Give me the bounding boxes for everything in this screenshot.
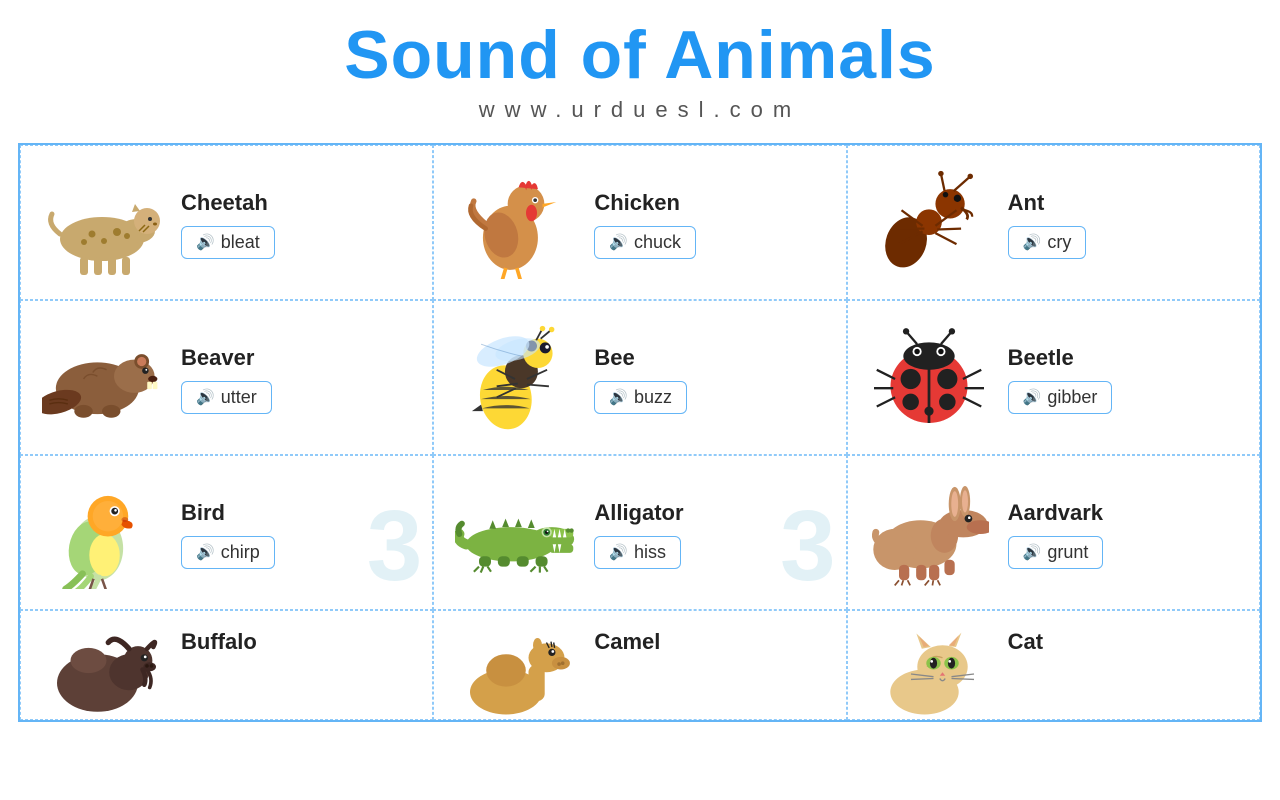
animal-cell-ant: Ant 🔊 cry — [847, 145, 1260, 300]
page-header: Sound of Animals www.urduesl.com — [0, 0, 1280, 143]
sound-icon-2: 🔊 — [609, 233, 628, 251]
camel-info: Camel — [594, 629, 829, 655]
chicken-sound-badge[interactable]: 🔊 chuck — [594, 226, 696, 259]
camel-image — [450, 629, 580, 719]
animal-cell-camel: Camel — [433, 610, 846, 720]
camel-name: Camel — [594, 629, 829, 655]
alligator-info: Alligator 🔊 hiss — [594, 500, 829, 569]
beaver-sound-badge[interactable]: 🔊 utter — [181, 381, 272, 414]
beaver-image — [37, 319, 167, 439]
alligator-image — [450, 474, 580, 594]
beetle-name: Beetle — [1008, 345, 1243, 371]
animal-cell-beetle: Beetle 🔊 gibber — [847, 300, 1260, 455]
beetle-sound-badge[interactable]: 🔊 gibber — [1008, 381, 1113, 414]
bee-sound-badge[interactable]: 🔊 buzz — [594, 381, 687, 414]
bird-sound-badge[interactable]: 🔊 chirp — [181, 536, 275, 569]
alligator-sound: hiss — [634, 542, 666, 563]
aardvark-image — [864, 474, 994, 594]
sound-icon-7: 🔊 — [196, 543, 215, 561]
ant-sound: cry — [1047, 232, 1071, 253]
aardvark-sound: grunt — [1047, 542, 1088, 563]
alligator-sound-badge[interactable]: 🔊 hiss — [594, 536, 681, 569]
bee-image — [450, 319, 580, 439]
sound-icon: 🔊 — [196, 233, 215, 251]
bird-sound: chirp — [221, 542, 260, 563]
buffalo-name: Buffalo — [181, 629, 416, 655]
alligator-name: Alligator — [594, 500, 829, 526]
cheetah-name: Cheetah — [181, 190, 416, 216]
aardvark-name: Aardvark — [1008, 500, 1243, 526]
beetle-sound: gibber — [1047, 387, 1097, 408]
chicken-image — [450, 164, 580, 284]
sound-icon-9: 🔊 — [1023, 543, 1042, 561]
chicken-sound: chuck — [634, 232, 681, 253]
chicken-info: Chicken 🔊 chuck — [594, 190, 829, 259]
sound-icon-8: 🔊 — [609, 543, 628, 561]
animal-cell-aardvark: Aardvark 🔊 grunt — [847, 455, 1260, 610]
ant-name: Ant — [1008, 190, 1243, 216]
animal-cell-bee: Bee 🔊 buzz — [433, 300, 846, 455]
animal-grid: Cheetah 🔊 bleat — [18, 143, 1262, 722]
animal-cell-beaver: Beaver 🔊 utter — [20, 300, 433, 455]
animal-cell-alligator: 3 — [433, 455, 846, 610]
cat-name: Cat — [1008, 629, 1243, 655]
bird-name: Bird — [181, 500, 416, 526]
cheetah-image — [37, 164, 167, 284]
page-title: Sound of Animals — [0, 18, 1280, 93]
aardvark-info: Aardvark 🔊 grunt — [1008, 500, 1243, 569]
sound-icon-5: 🔊 — [609, 388, 628, 406]
bird-info: Bird 🔊 chirp — [181, 500, 416, 569]
animal-cell-cheetah: Cheetah 🔊 bleat — [20, 145, 433, 300]
cheetah-sound: bleat — [221, 232, 260, 253]
sound-icon-6: 🔊 — [1023, 388, 1042, 406]
animal-cell-buffalo: Buffalo — [20, 610, 433, 720]
beetle-image — [864, 319, 994, 439]
cheetah-info: Cheetah 🔊 bleat — [181, 190, 416, 259]
bird-image — [37, 474, 167, 594]
cat-image — [864, 629, 994, 719]
beaver-sound: utter — [221, 387, 257, 408]
animal-cell-bird: 3 — [20, 455, 433, 610]
ant-image — [864, 164, 994, 284]
animal-cell-cat: Cat — [847, 610, 1260, 720]
buffalo-image — [37, 629, 167, 719]
buffalo-info: Buffalo — [181, 629, 416, 655]
bee-name: Bee — [594, 345, 829, 371]
beetle-info: Beetle 🔊 gibber — [1008, 345, 1243, 414]
page-subtitle: www.urduesl.com — [0, 97, 1280, 123]
sound-icon-3: 🔊 — [1023, 233, 1042, 251]
ant-sound-badge[interactable]: 🔊 cry — [1008, 226, 1087, 259]
chicken-name: Chicken — [594, 190, 829, 216]
beaver-name: Beaver — [181, 345, 416, 371]
aardvark-sound-badge[interactable]: 🔊 grunt — [1008, 536, 1104, 569]
cheetah-sound-badge[interactable]: 🔊 bleat — [181, 226, 275, 259]
sound-icon-4: 🔊 — [196, 388, 215, 406]
bee-info: Bee 🔊 buzz — [594, 345, 829, 414]
bee-sound: buzz — [634, 387, 672, 408]
cat-info: Cat — [1008, 629, 1243, 655]
beaver-info: Beaver 🔊 utter — [181, 345, 416, 414]
ant-info: Ant 🔊 cry — [1008, 190, 1243, 259]
animal-cell-chicken: Chicken 🔊 chuck — [433, 145, 846, 300]
